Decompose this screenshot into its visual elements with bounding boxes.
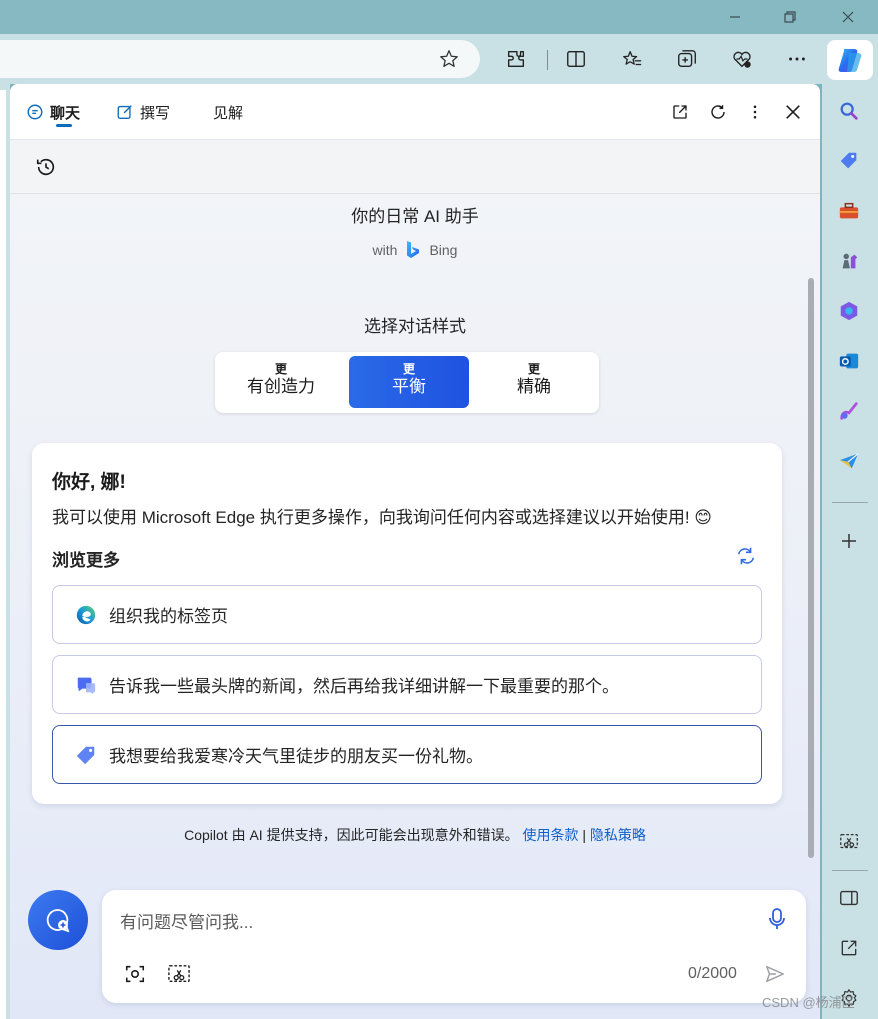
add-icon[interactable] xyxy=(836,528,862,554)
suggestion-text: 我想要给我爱寒冷天气里徒步的朋友买一份礼物。 xyxy=(109,747,483,766)
image-search-icon[interactable] xyxy=(122,961,148,987)
disclaimer-text: Copilot 由 AI 提供支持，因此可能会出现意外和错误。 xyxy=(184,827,519,843)
style-balanced-button[interactable]: 更 平衡 xyxy=(349,356,469,408)
suggestion-text: 告诉我一些最头牌的新闻，然后再给我详细讲解一下最重要的那个。 xyxy=(109,677,619,696)
tab-compose-label: 撰写 xyxy=(140,104,171,122)
active-tab-indicator xyxy=(56,124,72,127)
watermark: CSDN @杨浦区 xyxy=(762,995,855,1010)
edge-icon xyxy=(75,604,97,626)
bing-label: Bing xyxy=(429,242,458,258)
welcome-card: 你好, 娜! 我可以使用 Microsoft Edge 执行更多操作，向我询问任… xyxy=(32,443,782,804)
style-creative-button[interactable]: 更 有创造力 xyxy=(221,356,341,408)
suggestion-organize-tabs[interactable]: 组织我的标签页 xyxy=(52,585,762,644)
split-screen-icon[interactable] xyxy=(563,46,589,72)
toolbar-separator xyxy=(547,50,548,70)
restore-icon[interactable] xyxy=(770,4,810,30)
more-vertical-icon[interactable] xyxy=(743,100,767,124)
sidebar-separator xyxy=(832,502,868,503)
title-bar xyxy=(0,0,878,34)
tab-insights-label: 见解 xyxy=(213,104,244,122)
extensions-icon[interactable] xyxy=(503,46,529,72)
suggestion-news[interactable]: 告诉我一些最头牌的新闻，然后再给我详细讲解一下最重要的那个。 xyxy=(52,655,762,714)
outlook-icon[interactable] xyxy=(836,348,862,374)
conversation-style-title: 选择对话样式 xyxy=(364,317,466,336)
tab-chat-label: 聊天 xyxy=(50,104,81,122)
screenshot-capture-icon[interactable] xyxy=(166,961,192,987)
edge-sidebar xyxy=(822,84,878,1019)
designer-icon[interactable] xyxy=(836,398,862,424)
disclaimer: Copilot 由 AI 提供支持，因此可能会出现意外和错误。 使用条款 | 隐… xyxy=(10,825,820,845)
games-icon[interactable] xyxy=(836,248,862,274)
refresh-icon[interactable] xyxy=(706,100,730,124)
chat-icon xyxy=(27,104,43,120)
tab-compose[interactable]: 撰写 xyxy=(116,100,170,124)
screenshot-icon[interactable] xyxy=(836,829,862,855)
bing-logo-icon xyxy=(407,241,420,258)
style-precise-label: 精确 xyxy=(517,377,551,396)
browser-toolbar xyxy=(0,34,878,84)
panel-header: 聊天 撰写 见解 xyxy=(10,84,820,140)
more-icon[interactable] xyxy=(784,46,810,72)
new-topic-button[interactable] xyxy=(28,890,88,950)
copilot-panel: 聊天 撰写 见解 你的日常 AI 助手 with Bing 选择对话样式 更 有… xyxy=(10,84,820,1019)
hide-sidebar-icon[interactable] xyxy=(836,885,862,911)
assistant-subtitle: 你的日常 AI 助手 xyxy=(351,207,479,226)
search-icon[interactable] xyxy=(836,98,862,124)
drop-icon[interactable] xyxy=(836,448,862,474)
style-precise-button[interactable]: 更 精确 xyxy=(474,356,594,408)
intro-text: 我可以使用 Microsoft Edge 执行更多操作，向我询问任何内容或选择建… xyxy=(52,508,712,527)
history-bar xyxy=(10,140,820,194)
tab-chat[interactable]: 聊天 xyxy=(26,100,80,124)
browse-more-title: 浏览更多 xyxy=(52,551,120,570)
close-panel-icon[interactable] xyxy=(781,100,805,124)
suggestion-gift[interactable]: 我想要给我爱寒冷天气里徒步的朋友买一份礼物。 xyxy=(52,725,762,784)
star-icon[interactable] xyxy=(436,46,462,72)
tab-insights[interactable]: 见解 xyxy=(213,100,243,124)
minimize-icon[interactable] xyxy=(715,4,755,30)
link-separator: | xyxy=(582,827,586,843)
favorites-icon[interactable] xyxy=(619,46,645,72)
greeting: 你好, 娜! xyxy=(52,472,126,493)
conversation-style-switch: 更 有创造力 更 平衡 更 精确 xyxy=(215,352,599,413)
chat-input-box: 0/2000 xyxy=(102,890,806,1003)
style-creative-prefix: 更 xyxy=(274,362,287,376)
copilot-icon[interactable] xyxy=(827,40,873,80)
style-precise-prefix: 更 xyxy=(527,362,540,376)
privacy-link[interactable]: 隐私策略 xyxy=(590,827,646,843)
open-external-icon[interactable] xyxy=(836,935,862,961)
send-icon[interactable] xyxy=(762,961,788,987)
collections-icon[interactable] xyxy=(674,46,700,72)
microphone-icon[interactable] xyxy=(764,906,790,932)
refresh-suggestions-icon[interactable] xyxy=(734,544,758,568)
browser-essentials-icon[interactable] xyxy=(729,46,755,72)
microsoft365-icon[interactable] xyxy=(836,298,862,324)
style-balanced-label: 平衡 xyxy=(392,377,426,396)
address-bar[interactable] xyxy=(0,40,480,78)
sidebar-separator xyxy=(832,870,868,871)
style-creative-label: 有创造力 xyxy=(247,377,315,396)
chat-input[interactable] xyxy=(120,908,740,938)
page-edge xyxy=(0,90,6,1019)
terms-link[interactable]: 使用条款 xyxy=(522,827,578,843)
compose-icon xyxy=(117,105,132,119)
scrollbar[interactable] xyxy=(808,278,814,858)
close-icon[interactable] xyxy=(828,4,868,30)
with-bing-row: with Bing xyxy=(10,240,820,260)
shopping-icon[interactable] xyxy=(836,148,862,174)
news-chat-icon xyxy=(75,674,97,696)
character-counter: 0/2000 xyxy=(688,965,737,982)
style-balanced-prefix: 更 xyxy=(402,362,415,376)
new-topic-icon xyxy=(46,909,70,933)
shopping-tag-icon xyxy=(75,744,97,766)
with-label: with xyxy=(372,242,398,258)
open-in-new-icon[interactable] xyxy=(668,100,692,124)
suggestion-text: 组织我的标签页 xyxy=(109,607,228,626)
tools-icon[interactable] xyxy=(836,198,862,224)
history-icon[interactable] xyxy=(34,155,58,179)
